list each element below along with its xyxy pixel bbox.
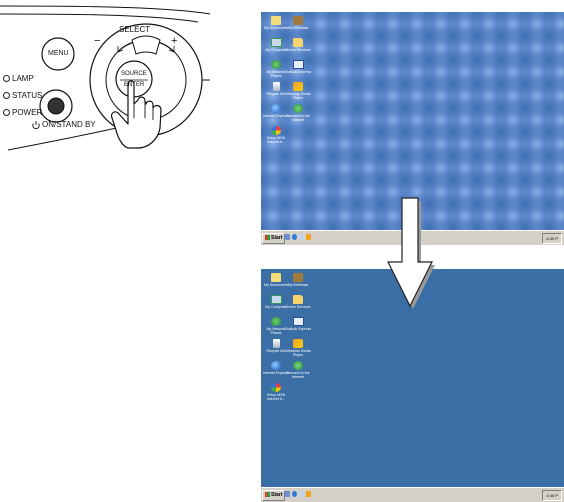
desktop-shortcut-label: Outlook Express — [284, 70, 312, 74]
transition-arrow-icon — [387, 197, 435, 309]
power-label: POWER — [12, 108, 43, 117]
power-button-core — [47, 97, 65, 115]
quick-launch-outlook-icon[interactable] — [299, 234, 304, 240]
system-tray: 4:40 P — [542, 233, 562, 244]
power-symbol-icon — [32, 121, 40, 130]
desktop-shortcut[interactable]: Windows Media Player — [284, 339, 312, 357]
desktop-shortcut-label: Windows Media Player — [285, 92, 311, 100]
standby-label: ON/STAND BY — [42, 120, 96, 129]
desktop-shortcut[interactable]: Online Services — [284, 295, 312, 309]
desktop-shortcut-label: Outlook Express — [284, 327, 312, 331]
windows-flag-icon — [265, 492, 270, 498]
clock: 4:40 P — [546, 236, 558, 241]
windows-flag-icon — [265, 235, 270, 241]
select-button — [131, 35, 161, 55]
start-label: Start — [271, 235, 283, 241]
select-minus-label: − — [94, 35, 101, 47]
desktop-shortcut[interactable]: My Briefcase — [284, 16, 312, 30]
desktop-shortcut[interactable]: Online Services — [284, 38, 312, 52]
outlook-icon — [292, 317, 304, 326]
msn-icon — [271, 126, 281, 135]
recycle-bin-icon — [272, 339, 280, 348]
quick-launch-desktop-icon[interactable] — [285, 491, 290, 497]
desktop-shortcut-label: Setup MSN Internet A... — [266, 393, 286, 401]
quick-launch-ie-icon[interactable] — [292, 234, 297, 240]
system-tray: 4:40 P — [542, 490, 562, 501]
folder-icon — [293, 295, 303, 304]
quick-launch-outlook-icon[interactable] — [299, 491, 304, 497]
briefcase-icon — [293, 16, 303, 25]
documents-icon — [271, 273, 281, 282]
lamp-indicator — [3, 75, 10, 82]
menu-label[interactable]: MENU — [48, 50, 69, 57]
folder-icon — [293, 38, 303, 47]
taskbar: Start 4:40 P — [261, 487, 564, 502]
source-label[interactable]: SOURCE — [121, 71, 147, 77]
desktop-shortcut[interactable]: Setup MSN Internet A... — [262, 383, 290, 401]
desktop-shortcut-label: Windows Media Player — [285, 349, 311, 357]
start-button[interactable]: Start — [262, 490, 286, 501]
quick-launch-media-icon[interactable] — [306, 234, 311, 240]
desktop-shortcut-label: Online Services — [285, 305, 311, 309]
desktop-shortcut[interactable]: Windows Media Player — [284, 82, 312, 100]
internet-explorer-icon — [271, 361, 281, 370]
desktop-shortcut-label: Connect to the Internet — [286, 371, 310, 379]
desktop-shortcut-label: Setup MSN Internet A... — [266, 136, 286, 144]
media-player-icon — [293, 82, 303, 91]
housing-outline — [0, 5, 211, 15]
recycle-bin-icon — [272, 82, 280, 91]
desktop-shortcut-label: Online Services — [285, 48, 311, 52]
internet-explorer-icon — [271, 104, 281, 113]
quick-launch-ie-icon[interactable] — [292, 491, 297, 497]
select-plus-label: + — [171, 35, 178, 47]
briefcase-icon — [293, 273, 303, 282]
desktop-shortcut[interactable]: Connect to the Internet — [284, 104, 312, 122]
desktop-shortcut[interactable]: Outlook Express — [284, 317, 312, 331]
desktop-shortcut[interactable]: Outlook Express — [284, 60, 312, 74]
start-button[interactable]: Start — [262, 233, 286, 244]
desktop-shortcut[interactable]: Setup MSN Internet A... — [262, 126, 290, 144]
status-indicator — [3, 92, 10, 99]
media-player-icon — [293, 339, 303, 348]
desktop-shortcut-label: My Briefcase — [287, 283, 309, 287]
network-icon — [271, 60, 281, 69]
desktop-shortcut[interactable]: Connect to the Internet — [284, 361, 312, 379]
select-label: SELECT — [119, 25, 151, 34]
desktop-shortcut-label: My Briefcase — [287, 26, 309, 30]
status-label: STATUS — [12, 91, 43, 100]
enter-label[interactable]: ENTER — [124, 82, 144, 88]
quick-launch-desktop-icon[interactable] — [285, 234, 290, 240]
clock: 4:40 P — [546, 493, 558, 498]
outlook-icon — [292, 60, 304, 69]
arrow-shape — [387, 197, 433, 308]
desktop-shortcut[interactable]: My Briefcase — [284, 273, 312, 287]
network-icon — [271, 317, 281, 326]
housing-outline-inner — [0, 13, 199, 23]
lamp-label: LAMP — [12, 74, 34, 83]
desktop-shortcut-label: Connect to the Internet — [286, 114, 310, 122]
quick-launch-media-icon[interactable] — [306, 491, 311, 497]
computer-icon — [270, 295, 282, 304]
connect-icon — [293, 361, 303, 370]
connect-icon — [293, 104, 303, 113]
start-label: Start — [271, 492, 283, 498]
power-indicator — [3, 109, 10, 116]
computer-icon — [270, 38, 282, 47]
documents-icon — [271, 16, 281, 25]
msn-icon — [271, 383, 281, 392]
